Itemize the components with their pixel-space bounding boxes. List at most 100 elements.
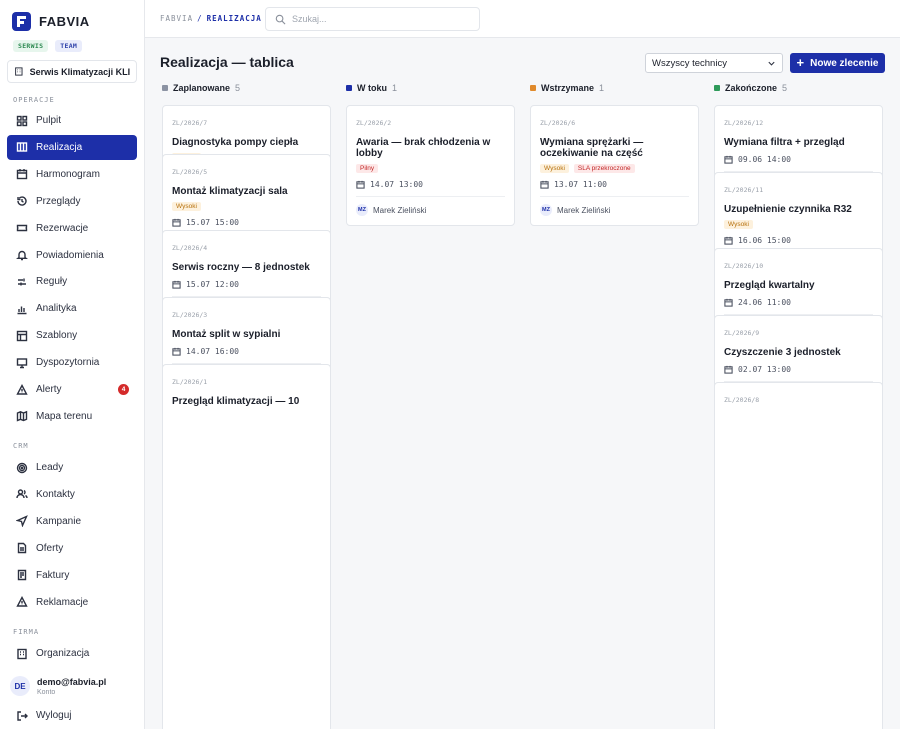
sidebar-item-analityka[interactable]: Analityka [7,296,137,321]
scheduled-date: 14.07 16:00 [172,347,321,356]
breadcrumb-root[interactable]: FABVIA [160,14,193,23]
new-order-label: Nowe zlecenie [810,57,879,69]
order-card[interactable]: ZL/2026/6 Wymiana sprężarki — oczekiwanie… [530,105,699,226]
order-id: ZL/2026/4 [172,244,208,252]
section-label-firm: FIRMA [13,628,40,636]
technician-filter-select[interactable]: Wszyscy technicy [645,53,783,73]
assigned-technician: MZ Marek Zieliński [356,196,505,225]
sidebar-item-dyspozytornia[interactable]: Dyspozytornia [7,350,137,375]
sidebar-item-kontakty[interactable]: Kontakty [7,482,137,507]
order-id: ZL/2026/5 [172,168,208,176]
sidebar-item-organizacja[interactable]: Organizacja [7,641,137,666]
sidebar-item-oferty[interactable]: Oferty [7,536,137,561]
contacts-icon [15,488,28,501]
order-title: Awaria — brak chłodzenia w lobby [356,137,491,159]
order-id: ZL/2026/8 [724,396,760,404]
priority-badge: SLA przekroczone [573,164,635,173]
column-count: 5 [235,83,241,93]
scheduled-date: 15.07 15:00 [172,218,321,227]
technician-filter-value: Wszyscy technicy [652,57,727,69]
order-title: Serwis roczny — 8 jednostek [172,262,310,273]
sidebar-item-pulpit[interactable]: Pulpit [7,108,137,133]
send-icon [15,515,28,528]
date-value: 24.06 11:00 [738,298,791,307]
date-value: 02.07 13:00 [738,365,791,374]
column-header: Zakończone 5 [714,83,787,93]
tag-list: Wysoki [724,220,873,229]
date-value: 15.07 15:00 [186,218,239,227]
order-title: Montaż klimatyzacji sala [172,186,288,197]
sidebar-item-label: Reklamacje [36,596,89,608]
scheduled-date: 16.06 15:00 [724,236,873,245]
calendar-icon [356,180,365,189]
dashboard-icon [15,114,28,127]
sidebar-item-powiadomienia[interactable]: Powiadomienia [7,243,137,268]
order-id: ZL/2026/12 [724,119,764,127]
avatar: MZ [356,204,368,216]
user-role: Konto [37,688,56,696]
sidebar-item-label: Kampanie [36,515,82,527]
order-title: Przegląd kwartalny [724,280,815,291]
sidebar-item-label: Przeglądy [36,195,81,207]
breadcrumb-separator: / [197,14,203,23]
order-id: ZL/2026/10 [724,262,764,270]
scheduled-date: 13.07 11:00 [540,180,689,189]
search-box[interactable] [265,7,480,31]
section-label-ops: OPERACJE [13,96,55,104]
sidebar-item-kampanie[interactable]: Kampanie [7,509,137,534]
column-title: Wstrzymane [541,83,595,93]
sidebar-item-faktury[interactable]: Faktury [7,563,137,588]
sidebar-item-mapa-terenu[interactable]: Mapa terenu [7,404,137,429]
chevron-down-icon [768,61,775,66]
section-label-crm: CRM [13,442,29,450]
brand-logo[interactable]: FABVIA [12,12,90,31]
order-card[interactable]: ZL/2026/1 Przegląd klimatyzacji — 10 [162,364,331,729]
column-title: W toku [357,83,387,93]
avatar: DE [10,676,30,696]
calendar-icon [172,347,181,356]
sidebar-item-label: Mapa terenu [36,410,93,422]
status-dot-icon [162,85,168,91]
order-card[interactable]: ZL/2026/8 [714,382,883,729]
organization-switcher[interactable]: Serwis Klimatyzacji KLIMA [7,60,137,83]
sidebar-item-leady[interactable]: Leady [7,455,137,480]
calendar-icon [724,298,733,307]
date-value: 15.07 12:00 [186,280,239,289]
user-email: demo@fabvia.pl [37,676,107,687]
order-title: Montaż split w sypialni [172,329,281,340]
sidebar-item-realizacja[interactable]: Realizacja [7,134,137,160]
sidebar-item-reklamacje[interactable]: Reklamacje [7,590,137,615]
sidebar-item-label: Dyspozytornia [36,357,100,369]
column-count: 1 [599,83,605,93]
sidebar-item-rezerwacje[interactable]: Rezerwacje [7,216,137,241]
sidebar-item-przeglądy[interactable]: Przeglądy [7,189,137,214]
sidebar-item-label: Alerty [36,384,62,395]
order-title: Przegląd klimatyzacji — 10 [172,396,300,407]
calendar-icon [724,365,733,374]
logout-button[interactable]: Wyloguj [7,703,137,728]
avatar: MZ [540,204,552,216]
sidebar-item-reguły[interactable]: Reguły [7,269,137,294]
page-title: Realizacja — tablica [160,54,294,70]
order-card[interactable]: ZL/2026/2 Awaria — brak chłodzenia w lobb… [346,105,515,226]
sidebar-item-szablony[interactable]: Szablony [7,323,137,348]
tag-list: Wysoki [172,202,321,211]
new-order-button[interactable]: + Nowe zlecenie [790,53,885,73]
sidebar-item-alerty[interactable]: Alerty 4 [7,377,137,402]
brand-name: FABVIA [39,14,90,29]
plus-icon: + [796,55,805,70]
sidebar-item-label: Organizacja [36,648,90,659]
priority-badge: Pilny [356,164,379,173]
scheduled-date: 09.06 14:00 [724,155,873,164]
sidebar-item-label: Harmonogram [36,168,100,180]
order-id: ZL/2026/6 [540,119,576,127]
scheduled-date: 02.07 13:00 [724,365,873,374]
priority-badge: Wysoki [172,202,201,211]
sidebar-item-harmonogram[interactable]: Harmonogram [7,162,137,187]
order-id: ZL/2026/7 [172,119,208,127]
user-account[interactable]: DE demo@fabvia.pl Konto [10,676,106,696]
search-input[interactable] [292,14,452,24]
order-title: Wymiana filtra + przegląd [724,137,845,148]
kanban-icon [15,141,28,154]
order-title: Wymiana sprężarki — oczekiwanie na część [540,137,644,159]
